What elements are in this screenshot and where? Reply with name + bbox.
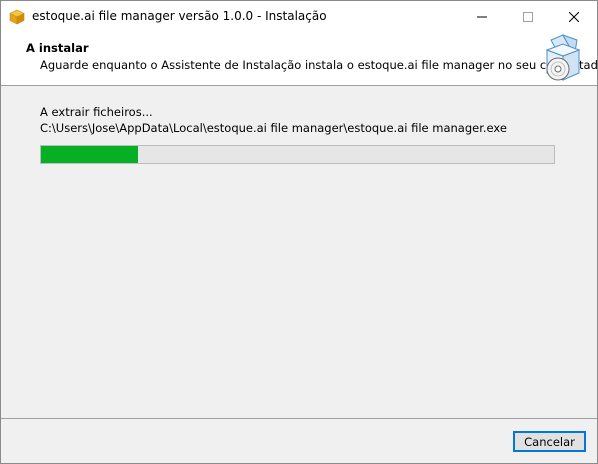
package-box-icon — [9, 9, 25, 25]
close-button[interactable] — [551, 1, 597, 32]
footer-divider — [1, 418, 597, 419]
page-subtitle: Aguarde enquanto o Assistente de Instala… — [40, 58, 598, 72]
page-title: A instalar — [26, 41, 89, 55]
maximize-icon — [523, 11, 533, 22]
progress-bar — [40, 145, 555, 164]
cancel-button[interactable]: Cancelar — [513, 431, 586, 452]
current-file-path: C:\Users\Jose\AppData\Local\estoque.ai f… — [40, 121, 507, 135]
installer-window: estoque.ai file manager versão 1.0.0 - I… — [0, 0, 598, 464]
minimize-icon — [477, 16, 487, 17]
status-label: A extrair ficheiros... — [40, 105, 153, 119]
close-icon — [569, 11, 579, 22]
title-bar[interactable]: estoque.ai file manager versão 1.0.0 - I… — [1, 1, 597, 32]
maximize-button[interactable] — [505, 1, 551, 32]
installer-box-cd-icon — [541, 32, 585, 84]
minimize-button[interactable] — [459, 1, 505, 32]
window-title: estoque.ai file manager versão 1.0.0 - I… — [32, 9, 327, 23]
installer-header: A instalar Aguarde enquanto o Assistente… — [1, 32, 597, 86]
progress-bar-fill — [41, 146, 139, 163]
